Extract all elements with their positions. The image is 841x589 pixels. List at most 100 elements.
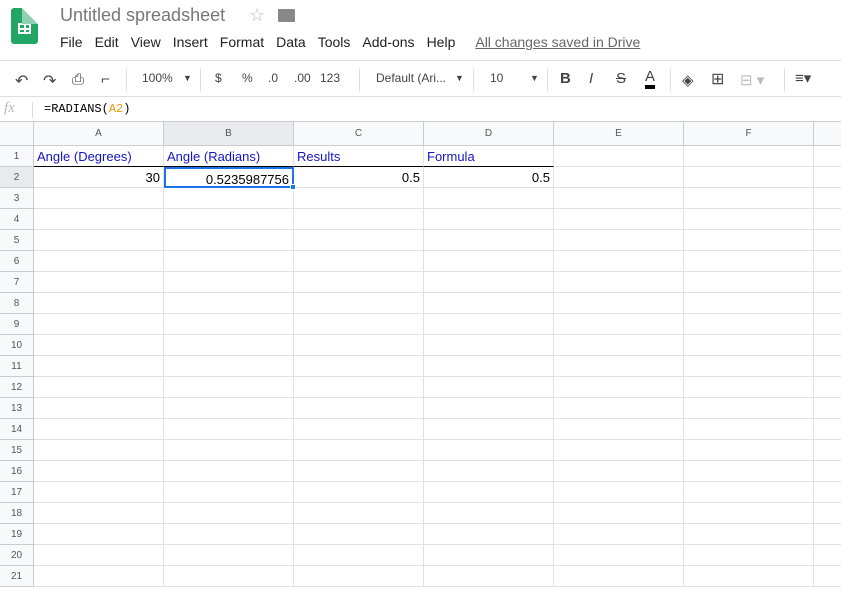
cell-F4[interactable] bbox=[684, 209, 814, 230]
cell-D15[interactable] bbox=[424, 440, 554, 461]
cell-E9[interactable] bbox=[554, 314, 684, 335]
cell-B19[interactable] bbox=[164, 524, 294, 545]
select-all-corner[interactable] bbox=[0, 122, 34, 146]
increase-decimal-button[interactable]: .00 bbox=[294, 71, 311, 85]
menu-insert[interactable]: Insert bbox=[173, 34, 208, 50]
cell-A20[interactable] bbox=[34, 545, 164, 566]
align-icon[interactable]: ≡▾ bbox=[795, 69, 811, 87]
cell-B11[interactable] bbox=[164, 356, 294, 377]
cell-E13[interactable] bbox=[554, 398, 684, 419]
cell-A9[interactable] bbox=[34, 314, 164, 335]
menu-view[interactable]: View bbox=[131, 34, 161, 50]
column-header-B[interactable]: B bbox=[164, 122, 294, 146]
italic-button[interactable]: I bbox=[589, 70, 593, 87]
cell-F8[interactable] bbox=[684, 293, 814, 314]
cell-D18[interactable] bbox=[424, 503, 554, 524]
cell-G9[interactable] bbox=[814, 314, 841, 335]
menu-format[interactable]: Format bbox=[220, 34, 264, 50]
cell-F13[interactable] bbox=[684, 398, 814, 419]
cell-D11[interactable] bbox=[424, 356, 554, 377]
redo-icon[interactable]: ↷ bbox=[43, 71, 56, 91]
cell-G2[interactable] bbox=[814, 167, 841, 188]
cell-C17[interactable] bbox=[294, 482, 424, 503]
cell-C14[interactable] bbox=[294, 419, 424, 440]
currency-button[interactable]: $ bbox=[215, 71, 222, 85]
row-header-14[interactable]: 14 bbox=[0, 419, 34, 440]
cell-C19[interactable] bbox=[294, 524, 424, 545]
cell-B1[interactable]: Angle (Radians) bbox=[164, 146, 294, 167]
row-header-13[interactable]: 13 bbox=[0, 398, 34, 419]
cell-A8[interactable] bbox=[34, 293, 164, 314]
text-color-button[interactable]: A bbox=[645, 68, 656, 89]
cell-G7[interactable] bbox=[814, 272, 841, 293]
cell-B5[interactable] bbox=[164, 230, 294, 251]
cell-A2[interactable]: 30 bbox=[34, 167, 164, 188]
cell-B10[interactable] bbox=[164, 335, 294, 356]
cell-F7[interactable] bbox=[684, 272, 814, 293]
font-size-select[interactable]: 10 bbox=[490, 71, 503, 85]
cell-C4[interactable] bbox=[294, 209, 424, 230]
cell-C16[interactable] bbox=[294, 461, 424, 482]
cell-F17[interactable] bbox=[684, 482, 814, 503]
cell-F15[interactable] bbox=[684, 440, 814, 461]
row-header-2[interactable]: 2 bbox=[0, 167, 34, 188]
cell-G8[interactable] bbox=[814, 293, 841, 314]
cell-E19[interactable] bbox=[554, 524, 684, 545]
cell-G16[interactable] bbox=[814, 461, 841, 482]
row-header-15[interactable]: 15 bbox=[0, 440, 34, 461]
cell-C13[interactable] bbox=[294, 398, 424, 419]
cell-A7[interactable] bbox=[34, 272, 164, 293]
cell-F2[interactable] bbox=[684, 167, 814, 188]
cell-G17[interactable] bbox=[814, 482, 841, 503]
row-header-4[interactable]: 4 bbox=[0, 209, 34, 230]
zoom-select[interactable]: 100% bbox=[142, 71, 173, 85]
chevron-down-icon[interactable]: ▼ bbox=[183, 73, 192, 83]
cell-F21[interactable] bbox=[684, 566, 814, 587]
cell-F14[interactable] bbox=[684, 419, 814, 440]
column-header-D[interactable]: D bbox=[424, 122, 554, 146]
cell-E16[interactable] bbox=[554, 461, 684, 482]
cell-A10[interactable] bbox=[34, 335, 164, 356]
strikethrough-button[interactable]: S bbox=[616, 70, 626, 87]
star-icon[interactable]: ☆ bbox=[249, 5, 265, 26]
cell-A12[interactable] bbox=[34, 377, 164, 398]
cell-D1[interactable]: Formula bbox=[424, 146, 554, 167]
cell-G20[interactable] bbox=[814, 545, 841, 566]
paint-format-icon[interactable]: ⌐ bbox=[101, 71, 110, 88]
decrease-decimal-button[interactable]: .0 bbox=[268, 71, 278, 85]
cell-C11[interactable] bbox=[294, 356, 424, 377]
cell-A5[interactable] bbox=[34, 230, 164, 251]
cell-C8[interactable] bbox=[294, 293, 424, 314]
cell-B9[interactable] bbox=[164, 314, 294, 335]
cell-C10[interactable] bbox=[294, 335, 424, 356]
cell-F3[interactable] bbox=[684, 188, 814, 209]
cell-F16[interactable] bbox=[684, 461, 814, 482]
cell-C3[interactable] bbox=[294, 188, 424, 209]
borders-icon[interactable]: ⊞ bbox=[711, 69, 724, 89]
menu-help[interactable]: Help bbox=[427, 34, 456, 50]
cell-E17[interactable] bbox=[554, 482, 684, 503]
menu-tools[interactable]: Tools bbox=[318, 34, 351, 50]
row-header-9[interactable]: 9 bbox=[0, 314, 34, 335]
cell-B17[interactable] bbox=[164, 482, 294, 503]
cell-E10[interactable] bbox=[554, 335, 684, 356]
cell-E1[interactable] bbox=[554, 146, 684, 167]
cell-E15[interactable] bbox=[554, 440, 684, 461]
row-header-10[interactable]: 10 bbox=[0, 335, 34, 356]
cell-B14[interactable] bbox=[164, 419, 294, 440]
row-header-18[interactable]: 18 bbox=[0, 503, 34, 524]
cell-G11[interactable] bbox=[814, 356, 841, 377]
cell-C2[interactable]: 0.5 bbox=[294, 167, 424, 188]
cell-F9[interactable] bbox=[684, 314, 814, 335]
cell-G19[interactable] bbox=[814, 524, 841, 545]
cell-G10[interactable] bbox=[814, 335, 841, 356]
cell-F12[interactable] bbox=[684, 377, 814, 398]
sheets-logo[interactable] bbox=[11, 8, 38, 44]
formula-input[interactable]: =RADIANS(A2) bbox=[44, 102, 130, 116]
cell-D19[interactable] bbox=[424, 524, 554, 545]
cell-G12[interactable] bbox=[814, 377, 841, 398]
cell-C1[interactable]: Results bbox=[294, 146, 424, 167]
cell-D4[interactable] bbox=[424, 209, 554, 230]
cell-A16[interactable] bbox=[34, 461, 164, 482]
cell-D9[interactable] bbox=[424, 314, 554, 335]
